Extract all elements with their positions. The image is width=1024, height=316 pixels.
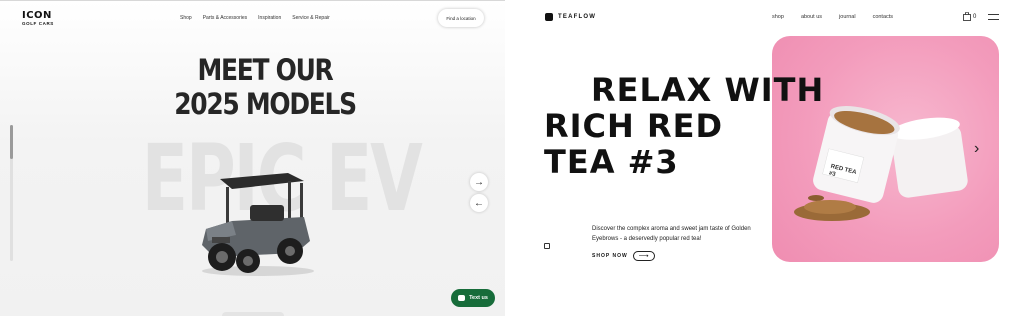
nav-shop[interactable]: shop bbox=[772, 14, 784, 20]
cart-count: 0 bbox=[973, 13, 977, 20]
arrow-left-icon: ← bbox=[474, 197, 484, 209]
logo-sub: GOLF CARS bbox=[22, 21, 54, 26]
shop-now-button[interactable]: SHOP NOW ⟶ bbox=[592, 251, 655, 261]
shop-now-label: SHOP NOW bbox=[592, 253, 628, 259]
hero-heading-line-1: MEET OUR bbox=[197, 53, 334, 87]
product-description: Discover the complex aroma and sweet jam… bbox=[592, 226, 751, 242]
cart-button[interactable]: 0 bbox=[963, 12, 976, 21]
arrow-right-icon: → bbox=[474, 176, 484, 188]
carousel-prev-button[interactable]: ← bbox=[470, 194, 488, 212]
chat-bubble-icon bbox=[458, 295, 466, 301]
nav-service-repair[interactable]: Service & Repair bbox=[292, 15, 330, 21]
nav-parts-accessories[interactable]: Parts & Accessories bbox=[203, 15, 247, 21]
text-us-button[interactable]: Text us bbox=[451, 289, 495, 307]
golf-cart-image bbox=[202, 173, 314, 276]
hero-heading-line-2: 2025 MODELS bbox=[174, 87, 357, 121]
logo-square-icon bbox=[545, 13, 553, 21]
nav-about-us[interactable]: about us bbox=[801, 14, 822, 20]
find-location-button[interactable]: Find a location bbox=[438, 9, 484, 27]
long-arrow-right-icon: ⟶ bbox=[632, 251, 655, 261]
bottom-pill bbox=[222, 312, 284, 316]
icon-golf-cars-page: ICON GOLF CARS Shop Parts & Accessories … bbox=[0, 0, 505, 316]
hero-heading-line-3: TEA #3 bbox=[544, 143, 679, 181]
main-nav: Shop Parts & Accessories Inspiration Ser… bbox=[180, 15, 330, 21]
logo-main: ICON bbox=[22, 10, 52, 21]
nav-shop[interactable]: Shop bbox=[180, 15, 192, 21]
icon-golf-cars-logo[interactable]: ICON GOLF CARS bbox=[22, 11, 54, 27]
vertical-scroll-thumb[interactable] bbox=[10, 125, 13, 159]
main-nav: shop about us journal contacts bbox=[772, 14, 893, 20]
carousel-next-button[interactable]: → bbox=[470, 173, 488, 191]
shopping-bag-icon bbox=[963, 12, 971, 21]
nav-journal[interactable]: journal bbox=[839, 14, 856, 20]
hero-heading: MEET OUR 2025 MODELS bbox=[123, 53, 407, 121]
teaflow-page: TEAFLOW shop about us journal contacts 0 bbox=[519, 0, 1024, 316]
hero-heading-line-2: RICH RED bbox=[544, 107, 724, 145]
nav-contacts[interactable]: contacts bbox=[873, 14, 893, 20]
hamburger-menu-icon[interactable] bbox=[988, 14, 999, 20]
text-us-label: Text us bbox=[469, 295, 488, 301]
hero-heading-line-1: RELAX WITH bbox=[591, 71, 825, 109]
logo-text: TEAFLOW bbox=[558, 14, 597, 20]
slide-next-button[interactable]: › bbox=[974, 140, 979, 158]
nav-inspiration[interactable]: Inspiration bbox=[258, 15, 281, 21]
chevron-right-icon: › bbox=[974, 140, 980, 157]
checkbox[interactable] bbox=[544, 243, 550, 249]
hero-heading: RELAX WITH RICH RED TEA #3 bbox=[544, 72, 824, 180]
teaflow-logo[interactable]: TEAFLOW bbox=[545, 13, 596, 21]
